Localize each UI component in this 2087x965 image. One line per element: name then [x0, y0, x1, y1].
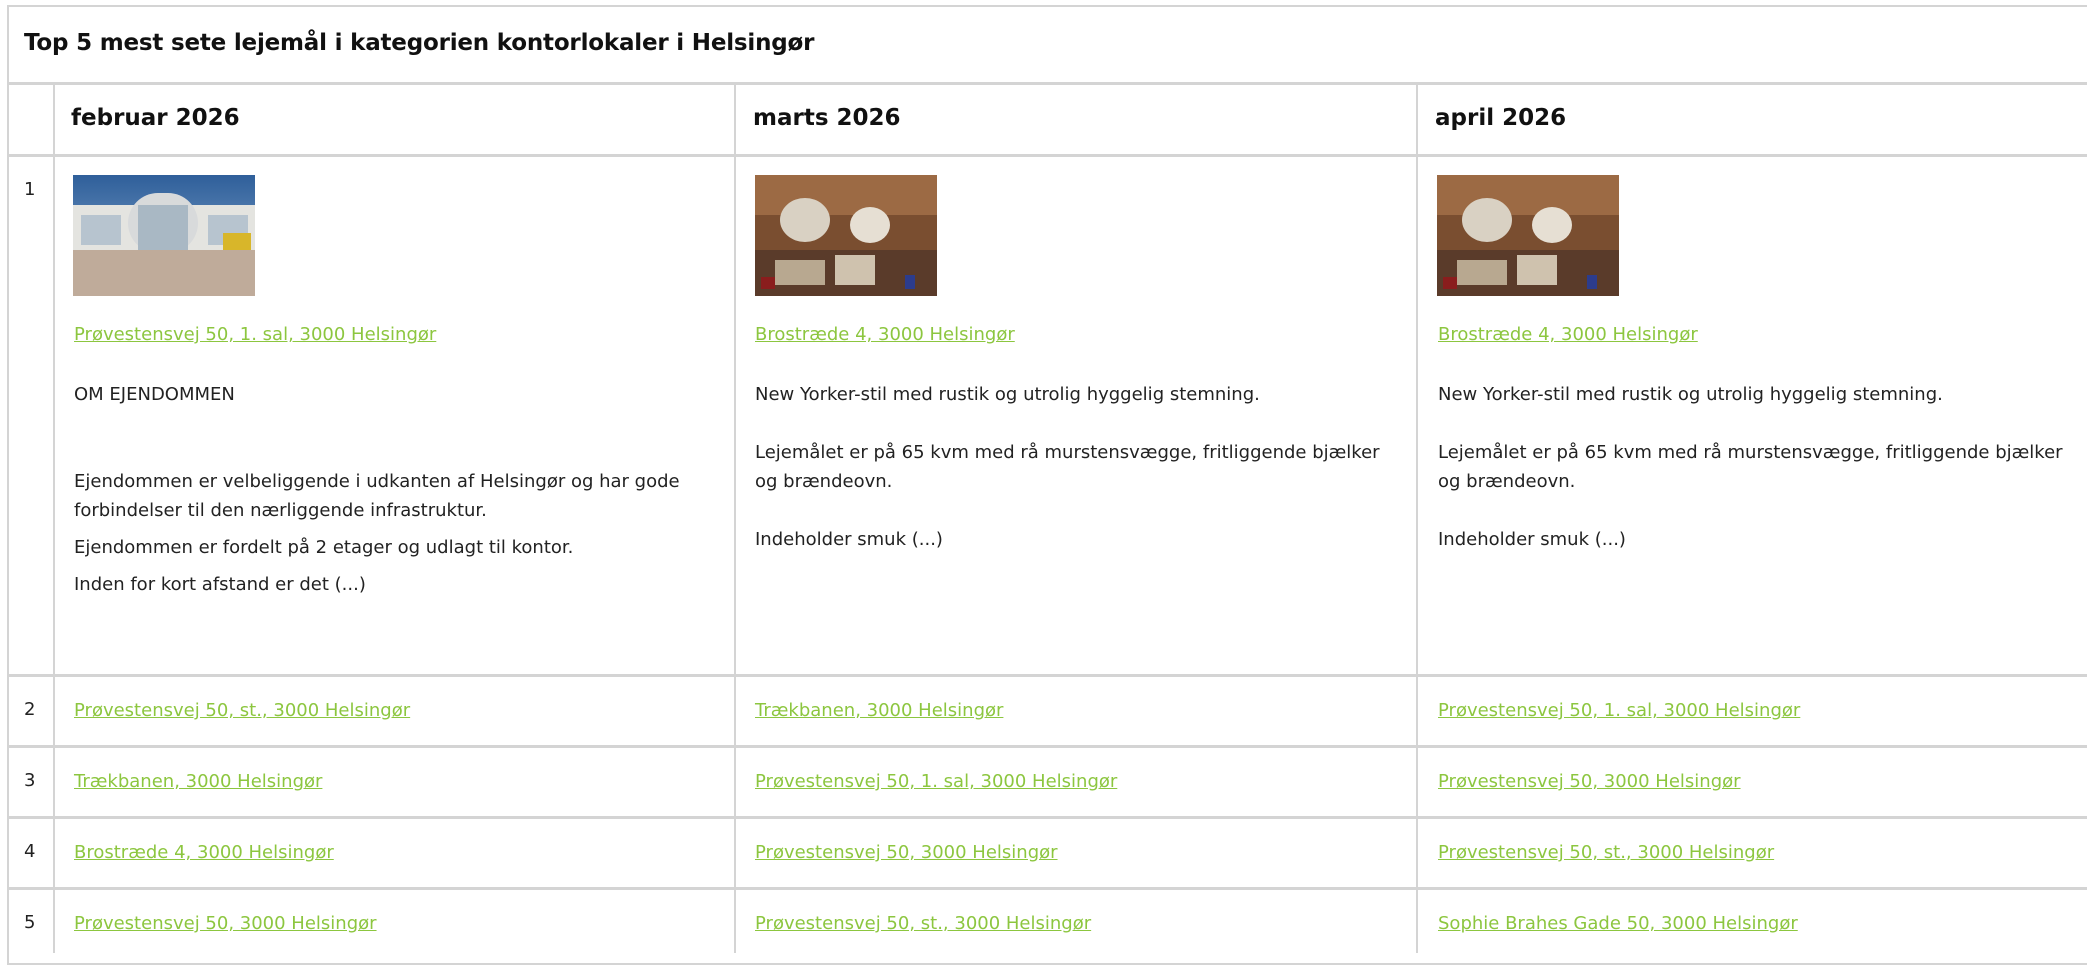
grid-divider: [7, 154, 2087, 157]
listing-link[interactable]: Trækbanen, 3000 Helsingør: [74, 771, 322, 792]
description-paragraph: Inden for kort afstand er det (...): [74, 574, 366, 595]
description-paragraph: Ejendommen er velbeliggende i udkanten a…: [74, 471, 680, 521]
grid-divider: [7, 82, 2087, 85]
description-paragraph: Lejemålet er på 65 kvm med rå murstensvæ…: [1438, 442, 2063, 492]
description-paragraph: OM EJENDOMMEN: [74, 384, 235, 405]
rustic-interior-photo[interactable]: [755, 175, 937, 296]
grid-divider: [7, 674, 2087, 677]
listing-link[interactable]: Prøvestensvej 50, st., 3000 Helsingør: [1438, 842, 1774, 863]
description-paragraph: New Yorker-stil med rustik og utrolig hy…: [755, 384, 1260, 405]
grid-divider: [7, 887, 2087, 890]
listing-description: New Yorker-stil med rustik og utrolig hy…: [755, 380, 1395, 554]
listing-description: New Yorker-stil med rustik og utrolig hy…: [1438, 380, 2078, 554]
grid-divider: [7, 745, 2087, 748]
description-paragraph: Lejemålet er på 65 kvm med rå murstensvæ…: [755, 442, 1380, 492]
description-paragraph: Ejendommen er fordelt på 2 etager og udl…: [74, 537, 574, 558]
month-header-february: februar 2026: [71, 105, 240, 131]
rank-number: 4: [24, 841, 36, 862]
rank-number: 5: [24, 912, 36, 933]
office-building-photo[interactable]: [73, 175, 255, 296]
listing-link[interactable]: Brostræde 4, 3000 Helsingør: [74, 842, 334, 863]
listing-link[interactable]: Prøvestensvej 50, 3000 Helsingør: [1438, 771, 1741, 792]
listing-link[interactable]: Prøvestensvej 50, 1. sal, 3000 Helsingør: [755, 771, 1117, 792]
widget-title: Top 5 mest sete lejemål i kategorien kon…: [24, 30, 815, 56]
listing-link[interactable]: Prøvestensvej 50, 3000 Helsingør: [74, 913, 377, 934]
grid-divider: [7, 816, 2087, 819]
listing-link[interactable]: Brostræde 4, 3000 Helsingør: [1438, 324, 1698, 345]
description-paragraph: New Yorker-stil med rustik og utrolig hy…: [1438, 384, 1943, 405]
grid-divider: [1416, 82, 1418, 953]
listing-link[interactable]: Prøvestensvej 50, 1. sal, 3000 Helsingør: [1438, 700, 1800, 721]
month-header-april: april 2026: [1435, 105, 1567, 131]
listing-link[interactable]: Brostræde 4, 3000 Helsingør: [755, 324, 1015, 345]
month-header-march: marts 2026: [753, 105, 901, 131]
listing-link[interactable]: Prøvestensvej 50, 1. sal, 3000 Helsingør: [74, 324, 436, 345]
listing-link[interactable]: Sophie Brahes Gade 50, 3000 Helsingør: [1438, 913, 1798, 934]
listing-description: OM EJENDOMMEN Ejendommen er velbeliggend…: [74, 380, 714, 599]
description-paragraph: Indeholder smuk (...): [755, 529, 943, 550]
rustic-interior-photo[interactable]: [1437, 175, 1619, 296]
listing-link[interactable]: Prøvestensvej 50, 3000 Helsingør: [755, 842, 1058, 863]
listing-link[interactable]: Prøvestensvej 50, st., 3000 Helsingør: [74, 700, 410, 721]
grid-divider: [734, 82, 736, 953]
rank-number: 1: [24, 179, 36, 200]
rank-number: 2: [24, 699, 36, 720]
listing-link[interactable]: Prøvestensvej 50, st., 3000 Helsingør: [755, 913, 1091, 934]
description-paragraph: Indeholder smuk (...): [1438, 529, 1626, 550]
listing-link[interactable]: Trækbanen, 3000 Helsingør: [755, 700, 1003, 721]
grid-divider: [53, 82, 55, 953]
rank-number: 3: [24, 770, 36, 791]
